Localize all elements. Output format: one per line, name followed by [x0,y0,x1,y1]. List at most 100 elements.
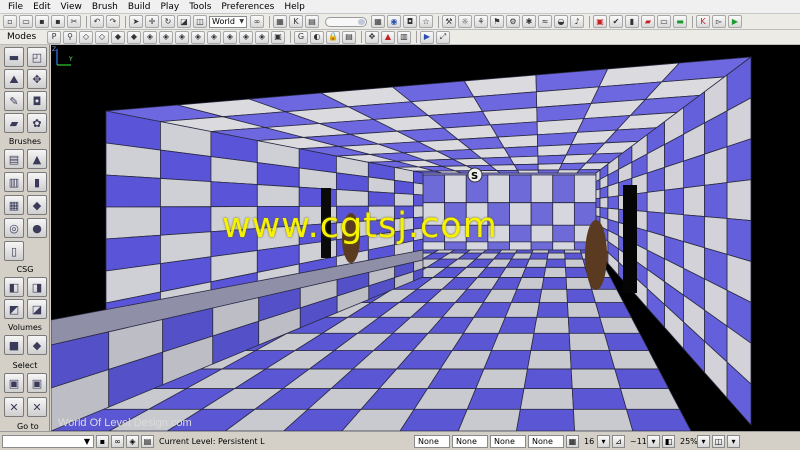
csg-intersect-icon[interactable]: ◩ [4,299,24,319]
link-icon[interactable]: ∞ [111,434,124,448]
game-view-icon[interactable]: G [294,30,308,44]
record-camera-icon[interactable]: ▲ [381,30,395,44]
rotate-icon[interactable]: ↻ [161,15,175,28]
redo-icon[interactable]: ↷ [106,15,120,28]
sphere-brush-icon[interactable]: ● [27,218,47,238]
realtime-viewport-icon[interactable]: ◉ [387,15,401,28]
package-icon[interactable]: ▣ [593,15,607,28]
realtime-play-icon[interactable]: ▶ [420,30,434,44]
lit-cube-icon[interactable]: ◆ [127,30,141,44]
camera-mode-icon[interactable]: ▬ [4,47,24,67]
build-paths-icon[interactable]: ⚘ [474,15,488,28]
rotation-snap-icon[interactable]: ⊿ [612,434,625,448]
collision-icon[interactable]: ◈ [255,30,269,44]
lighting-only-icon[interactable]: ◈ [143,30,157,44]
menu-tools[interactable]: Tools [184,0,216,14]
kismet-icon[interactable]: K [289,15,303,28]
menu-play[interactable]: Play [155,0,184,14]
build-geometry-icon[interactable]: ⚒ [442,15,456,28]
menu-file[interactable]: File [3,0,28,14]
rotation-dropdown-icon[interactable]: ▾ [647,434,660,448]
volume-options-icon[interactable]: ◆ [27,335,47,355]
level-browser-icon[interactable]: ▤ [141,434,154,448]
reflection-icon[interactable]: ◈ [239,30,253,44]
foliage-mode-icon[interactable]: ✿ [27,113,47,133]
unlit-cube-icon[interactable]: ◆ [111,30,125,44]
grid-icon[interactable]: ▦ [371,15,385,28]
geometry-mode-icon[interactable]: ◰ [27,47,47,67]
menu-edit[interactable]: Edit [28,0,55,14]
build-cover-icon[interactable]: ⚑ [490,15,504,28]
console-icon[interactable]: ▬ [673,15,687,28]
menu-preferences[interactable]: Preferences [216,0,279,14]
snap-dropdown-icon[interactable]: ▾ [597,434,610,448]
play-on-pc-icon[interactable]: ▻ [712,15,726,28]
texture-align-icon[interactable]: ✥ [27,69,47,89]
perspective-viewport[interactable]: S www.cgtsj.com Z Y World Of Level Desig… [51,45,800,431]
scale-icon[interactable]: ◪ [177,15,191,28]
mesh-paint-icon[interactable]: ✎ [4,91,24,111]
open-folder-icon[interactable]: ▭ [19,15,33,28]
actor-dropdown[interactable]: ▼ [2,434,94,448]
bookmark-icon[interactable]: ▰ [641,15,655,28]
menu-brush[interactable]: Brush [87,0,123,14]
volumetric-brush-icon[interactable]: ▯ [4,241,24,261]
play-in-editor-icon[interactable]: ▶ [728,15,742,28]
search-slider[interactable] [325,16,367,27]
lock-icon[interactable]: 🔒 [326,30,340,44]
csg-add-icon[interactable]: ◧ [4,277,24,297]
csg-deintersect-icon[interactable]: ◪ [27,299,47,319]
new-level-icon[interactable]: ▫ [3,15,17,28]
camera-icon[interactable]: ◘ [403,15,417,28]
sound-icon[interactable]: ♪ [570,15,584,28]
perspective-icon[interactable]: P [47,30,61,44]
static-mesh-mode-icon[interactable]: ◘ [27,91,47,111]
level-icon[interactable]: ◈ [126,434,139,448]
build-lighting-icon[interactable]: ☼ [458,15,472,28]
invert-selection-icon[interactable]: ✕ [4,397,24,417]
eye-icon[interactable]: ✥ [365,30,379,44]
linear-stair-icon[interactable]: ▦ [4,195,24,215]
terrain-mode-icon[interactable]: ⛰ [4,69,24,89]
translate-icon[interactable]: ✛ [145,15,159,28]
fog-icon[interactable]: ◐ [310,30,324,44]
kismet-red-icon[interactable]: K [696,15,710,28]
spiral-stair-icon[interactable]: ◎ [4,218,24,238]
wireframe-cube-2-icon[interactable]: ◇ [95,30,109,44]
map-check-icon[interactable]: ✔ [609,15,623,28]
lightmap-density-icon[interactable]: ◈ [207,30,221,44]
stair-brush-icon[interactable]: ▥ [4,172,24,192]
bsp-cube-icon[interactable]: ▣ [271,30,285,44]
show-selected-icon[interactable]: ▣ [4,373,24,393]
coordinate-system-select[interactable]: World ▼ [209,15,247,28]
csg-subtract-icon[interactable]: ◨ [27,277,47,297]
add-volume-icon[interactable]: ■ [4,335,24,355]
undo-icon[interactable]: ↶ [90,15,104,28]
menu-help[interactable]: Help [279,0,310,14]
build-all-icon[interactable]: ⚙ [506,15,520,28]
stats-icon[interactable]: ▮ [625,15,639,28]
cone-brush-icon[interactable]: ▲ [27,149,47,169]
menu-build[interactable]: Build [123,0,156,14]
landscape-mode-icon[interactable]: ▰ [4,113,24,133]
select-arrow-icon[interactable]: ➤ [129,15,143,28]
sheet-brush-icon[interactable]: ◆ [27,195,47,215]
terrain-icon[interactable]: ≈ [538,15,552,28]
monitor-icon[interactable]: ▭ [657,15,671,28]
save-all-icon[interactable]: ▪ [51,15,65,28]
wireframe-cube-icon[interactable]: ◇ [79,30,93,44]
lighting-buffer-icon[interactable]: ◈ [223,30,237,44]
shader-complexity-icon[interactable]: ◈ [191,30,205,44]
matinee-icon[interactable]: ▤ [305,15,319,28]
hide-selected-icon[interactable]: ▣ [27,373,47,393]
pawn-icon[interactable]: ⚲ [63,30,77,44]
cube-brush-icon[interactable]: ▤ [4,149,24,169]
slider-knob[interactable] [358,18,365,25]
object-filter-icon[interactable]: ▤ [342,30,356,44]
binoculars-icon[interactable]: ∞ [250,15,264,28]
save-icon[interactable]: ▪ [35,15,49,28]
light-complexity-icon[interactable]: ◈ [159,30,173,44]
lighting-tools-icon[interactable]: ✱ [522,15,536,28]
autosave-icon[interactable]: ◫ [712,434,725,448]
star-icon[interactable]: ☆ [419,15,433,28]
